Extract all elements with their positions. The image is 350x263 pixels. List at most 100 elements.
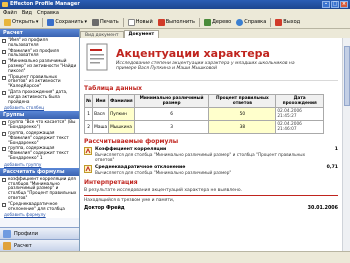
list-item[interactable]: "Процент правильных ответов" из активнос… [2, 74, 77, 89]
report-nav-button[interactable]: Расчет [0, 239, 79, 251]
table-cell: 3 [133, 120, 210, 134]
column-header: № [83, 94, 94, 108]
report-icon [3, 241, 11, 250]
signature-note: Находящийся в трезвом уме и памяти, [84, 198, 175, 204]
data-table-title: Таблица данных [84, 85, 142, 92]
list-item[interactable]: "Имя" из профиля пользователя [2, 37, 77, 48]
checkbox[interactable] [2, 147, 6, 152]
checkbox[interactable] [2, 39, 6, 43]
checkbox[interactable] [2, 202, 6, 207]
menu-help[interactable]: Справка [37, 10, 59, 16]
table-cell: Вася [92, 107, 110, 121]
column-header: Фамилия [108, 94, 135, 108]
column-header: Минимально различимый размер [133, 94, 210, 108]
help-icon [236, 18, 244, 26]
list-item[interactable]: группа, содержащая "Фамилия" содержит те… [2, 130, 77, 145]
toolbar-separator [122, 17, 124, 27]
list-item[interactable]: группа "Все что касается" (Вы "Бондаренк… [2, 120, 77, 130]
save-button[interactable]: Сохранить ▾ [45, 17, 89, 28]
add-formula-link[interactable]: добавить формулу [2, 212, 77, 217]
document-view: Акцентуации характера Исследование степе… [80, 38, 342, 251]
vertical-scrollbar[interactable] [342, 38, 350, 251]
list-item[interactable]: "Фамилия" из профиля пользователя [2, 48, 77, 59]
folder-open-icon [4, 18, 11, 26]
menu-view[interactable]: Вид [22, 10, 32, 16]
toolbar-separator [198, 17, 200, 27]
formula-icon [84, 147, 92, 155]
signature-date: 30.01.2006 [307, 206, 338, 212]
print-button[interactable]: Печать [90, 17, 121, 28]
list-item[interactable]: коэффициент корреляции для столбцов "Мин… [2, 176, 77, 201]
profiles-nav-button[interactable]: Профили [0, 227, 79, 239]
list-item[interactable]: "Дата прохождения" дата, когда активност… [2, 89, 77, 104]
table-row: 1 Вася Пупкин 6 50 02.04.2006 21:45:27 [83, 107, 324, 121]
formula-icon [84, 164, 92, 173]
maximize-button[interactable]: □ [331, 1, 339, 8]
formulas-panel: коэффициент корреляции для столбцов "Мин… [0, 175, 79, 219]
checkbox[interactable] [2, 90, 6, 95]
tree-button[interactable]: Дерево [202, 17, 233, 28]
table-cell: 2 [83, 120, 94, 134]
menu-bar: Файл Вид Справка [0, 9, 350, 16]
checkbox[interactable] [2, 121, 6, 126]
menu-file[interactable]: Файл [3, 10, 17, 16]
toolbar: Открыть ▾ Сохранить ▾ Печать Новый Выполни… [0, 16, 350, 29]
help-button[interactable]: Справка [234, 17, 268, 28]
document-icon [86, 43, 108, 71]
exit-button[interactable]: Выход [273, 17, 302, 28]
table-header-row: № Имя Фамилия Минимально различимый разм… [83, 94, 324, 108]
main-pane: Вид документ Документ Акцентуации характ… [80, 29, 350, 251]
column-header: Имя [92, 94, 110, 108]
tab-strip: Вид документ Документ [80, 29, 350, 38]
tree-icon [203, 18, 211, 26]
table-cell: 38 [208, 120, 277, 134]
formula-item: Коэффициент корреляции Вычисляется для с… [84, 147, 338, 163]
data-table: № Имя Фамилия Минимально различимый разм… [83, 94, 324, 134]
report-panel-header[interactable]: Расчет [0, 29, 79, 37]
app-icon [2, 2, 8, 7]
tab-document[interactable]: Документ [123, 30, 160, 38]
scrollbar-thumb[interactable] [344, 46, 350, 106]
list-item[interactable]: "Среднеквадратичное отклонение" для стол… [2, 201, 77, 212]
interpretation-title: Интерпретация [84, 179, 138, 187]
add-group-link[interactable]: добавить группу [2, 162, 77, 167]
save-icon [47, 18, 55, 26]
profiles-icon [3, 229, 11, 238]
open-button[interactable]: Открыть ▾ [2, 17, 40, 28]
new-icon [127, 18, 135, 26]
checkbox[interactable] [2, 60, 6, 65]
left-pane: Расчет "Имя" из профиля пользователя "Фа… [0, 29, 80, 251]
list-item[interactable]: "Минимально различимый размер" из активн… [2, 58, 77, 73]
formulas-panel-header[interactable]: Рассчитать формулы [0, 167, 79, 176]
groups-panel: группа "Все что касается" (Вы "Бондаренк… [0, 119, 79, 168]
status-bar [0, 251, 350, 263]
checkbox[interactable] [2, 49, 6, 54]
exit-icon [275, 18, 283, 26]
divider [84, 195, 338, 197]
table-cell: Пупкин [108, 107, 135, 121]
close-button[interactable]: × [340, 1, 348, 8]
formulas-title: Рассчитываемые формулы [84, 138, 179, 145]
formula-value: 0,71 [326, 164, 338, 170]
toolbar-separator [270, 17, 272, 27]
checkbox[interactable] [2, 131, 6, 136]
signer-name: Доктор Фрейд [84, 206, 125, 212]
table-cell: 50 [208, 107, 277, 121]
add-column-link[interactable]: добавить столбец [2, 105, 77, 110]
execute-icon [157, 18, 165, 26]
column-header: Дата прохождения [275, 94, 324, 108]
table-row: 2 Маша Мышкина 3 38 02.04.2006 21:46:07 [83, 120, 324, 134]
list-item[interactable]: группа, содержащая "Фамилия" содержит те… [2, 145, 77, 160]
breadcrumb: Вид документ [80, 31, 124, 38]
formula-description: Вычисляется для столбца "Минимально разл… [95, 152, 306, 162]
toolbar-separator [42, 17, 44, 27]
new-button[interactable]: Новый [126, 17, 155, 28]
minimize-button[interactable]: – [322, 1, 330, 8]
left-footer: Профили Расчет [0, 227, 79, 251]
checkbox[interactable] [2, 75, 6, 80]
groups-panel-header[interactable]: Группы [0, 111, 79, 120]
checkbox[interactable] [2, 177, 6, 182]
formula-value: 1 [334, 147, 338, 152]
table-cell: Маша [92, 120, 110, 134]
execute-button[interactable]: Выполнить [156, 17, 197, 28]
